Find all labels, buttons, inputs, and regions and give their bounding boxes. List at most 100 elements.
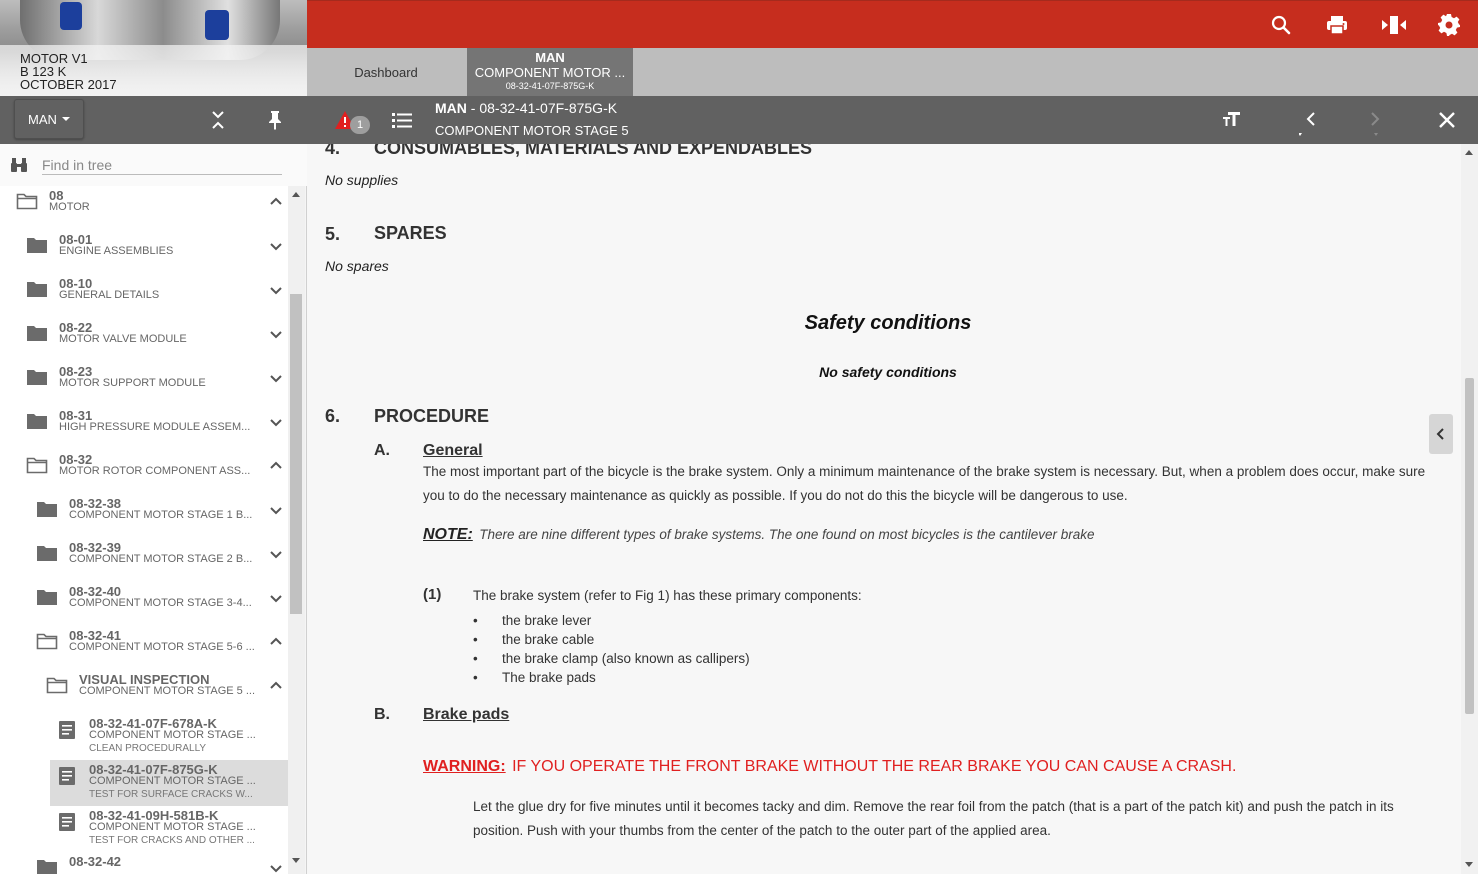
warning-block: WARNING: IF YOU OPERATE THE FRONT BRAKE … [423,758,1236,776]
chevron-down-icon[interactable] [268,370,284,386]
close-document-button[interactable] [1435,108,1459,132]
chevron-up-icon[interactable] [268,458,284,474]
tree-document-item[interactable]: 08-32-41-07F-678A-K COMPONENT MOTOR STAGE… [0,714,288,760]
section-5-title: SPARES [374,223,447,243]
text-size-icon [1223,112,1240,126]
binoculars-icon [10,156,28,174]
folder-icon [26,324,48,342]
document-type: MAN [435,100,467,116]
content-scrollbar-thumb[interactable] [1465,378,1474,714]
tree-item-name: MOTOR VALVE MODULE [59,333,187,345]
section-4-title: CONSUMABLES, MATERIALS AND EXPENDABLES [374,144,813,158]
chevron-down-icon[interactable] [268,502,284,518]
tree-item-subtitle: TEST FOR SURFACE CRACKS W... [89,789,253,800]
tree-folder-item[interactable]: 08-32-41 COMPONENT MOTOR STAGE 5-6 ... [0,626,288,670]
tree-folder-item[interactable]: 08-32 MOTOR ROTOR COMPONENT ASS... [0,450,288,494]
step-1-number: (1) [423,586,442,603]
tree-document-item[interactable]: 08-32-41-09H-581B-K COMPONENT MOTOR STAGE… [0,806,288,852]
tree-folder-item[interactable]: 08-32-39 COMPONENT MOTOR STAGE 2 B... [0,538,288,582]
tree-folder-item[interactable]: VISUAL INSPECTION COMPONENT MOTOR STAGE 5… [0,670,288,714]
folder-open-icon [46,676,68,694]
publication-meta: MOTOR V1 B 123 K OCTOBER 2017 [20,52,117,91]
scroll-down-icon[interactable] [292,858,300,863]
subsection-a-letter: A. [374,442,390,459]
tab-dashboard[interactable]: Dashboard [307,48,465,96]
chevron-down-icon[interactable] [268,860,284,874]
chevron-up-icon[interactable] [268,194,284,210]
tree-document-item[interactable]: 08-32-41-07F-875G-K COMPONENT MOTOR STAGE… [50,760,288,806]
chevron-down-icon[interactable] [268,546,284,562]
caret-down-icon [61,117,70,121]
chevron-down-icon[interactable] [268,282,284,298]
chevron-down-icon[interactable] [268,326,284,342]
tree-folder-item[interactable]: 08-32-42 [0,852,288,874]
gear-icon [1438,14,1460,36]
chevron-down-icon[interactable] [268,414,284,430]
document-icon [56,812,78,831]
tree-folder-item[interactable]: 08-31 HIGH PRESSURE MODULE ASSEM... [0,406,288,450]
font-size-button[interactable] [1221,108,1243,130]
tree-item-name: COMPONENT MOTOR STAGE 5 ... [79,685,256,697]
bullet-item: the brake lever [473,613,591,628]
next-document-button[interactable] [1363,108,1387,136]
scroll-down-icon[interactable] [1465,862,1473,867]
folder-icon [36,500,58,518]
document-tabs: Dashboard MAN COMPONENT MOTOR ... 08-32-… [307,48,1478,96]
chevron-right-icon [1371,112,1380,136]
bullet-item: the brake cable [473,632,594,647]
tree-item-name: COMPONENT MOTOR STAGE ... [89,775,256,787]
table-of-contents-button[interactable] [391,110,413,130]
tree-folder-item[interactable]: 08 MOTOR [0,186,288,230]
chevron-down-icon[interactable] [268,590,284,606]
search-button[interactable] [1269,13,1293,37]
tab-active-document[interactable]: MAN COMPONENT MOTOR ... 08-32-41-07F-875… [467,48,633,96]
settings-button[interactable] [1437,13,1461,37]
manual-type-dropdown[interactable]: MAN [14,99,84,139]
tree-folder-item[interactable]: 08-23 MOTOR SUPPORT MODULE [0,362,288,406]
tree-scrollbar[interactable] [288,186,305,874]
chevron-up-icon[interactable] [268,634,284,650]
document-code-line: MAN - 08-32-41-07F-875G-K [435,100,617,116]
folder-open-icon [26,456,48,474]
subsection-a-text: The most important part of the bicycle i… [423,464,1426,503]
publication-date: OCTOBER 2017 [20,77,117,92]
subsection-b-letter: B. [374,706,390,723]
tree-scrollbar-thumb[interactable] [290,294,302,614]
tree-item-name: GENERAL DETAILS [59,289,160,301]
tree-folder-item[interactable]: 08-22 MOTOR VALVE MODULE [0,318,288,362]
print-button[interactable] [1325,13,1349,37]
print-icon [1327,16,1347,35]
note-text: There are nine different types of brake … [479,527,1095,542]
folder-open-icon [36,632,58,650]
pin-panel-button[interactable] [263,108,287,132]
section-4-text: No supplies [325,172,399,188]
tree-folder-item[interactable]: 08-10 GENERAL DETAILS [0,274,288,318]
collapse-all-button[interactable] [206,108,230,132]
document-icon [56,720,78,739]
warning-text: IF YOU OPERATE THE FRONT BRAKE WITHOUT T… [512,758,1237,775]
side-panel-toggle[interactable] [1429,414,1453,454]
tree-item-name: MOTOR SUPPORT MODULE [59,377,206,389]
tree-folder-item[interactable]: 08-01 ENGINE ASSEMBLIES [0,230,288,274]
tree-folder-item[interactable]: 08-32-40 COMPONENT MOTOR STAGE 3-4... [0,582,288,626]
tree-item-name: MOTOR ROTOR COMPONENT ASS... [59,465,251,477]
left-panel: MOTOR V1 B 123 K OCTOBER 2017 MAN 08MOTO… [0,0,307,874]
warning-label: WARNING: [423,758,506,775]
tree-folder-item[interactable]: 08-32-38 COMPONENT MOTOR STAGE 1 B... [0,494,288,538]
note-block: NOTE: There are nine different types of … [423,526,1095,544]
tree-search-input[interactable] [42,155,282,175]
document-code: - 08-32-41-07F-875G-K [466,100,618,116]
manual-type-label: MAN [28,111,57,127]
content-scrollbar[interactable] [1461,144,1478,874]
document-content: 4. CONSUMABLES, MATERIALS AND EXPENDABLE… [307,144,1461,874]
previous-document-button[interactable] [1298,108,1323,136]
chevron-down-icon[interactable] [268,238,284,254]
scroll-up-icon[interactable] [292,192,300,197]
chevron-up-icon[interactable] [268,678,284,694]
split-view-button[interactable] [1381,13,1406,37]
scroll-up-icon[interactable] [1465,150,1473,155]
tree-item-subtitle: TEST FOR CRACKS AND OTHER ... [89,835,255,846]
tree-item-name: COMPONENT MOTOR STAGE ... [89,729,256,741]
warning-count-badge: 1 [350,116,370,134]
folder-icon [36,544,58,562]
